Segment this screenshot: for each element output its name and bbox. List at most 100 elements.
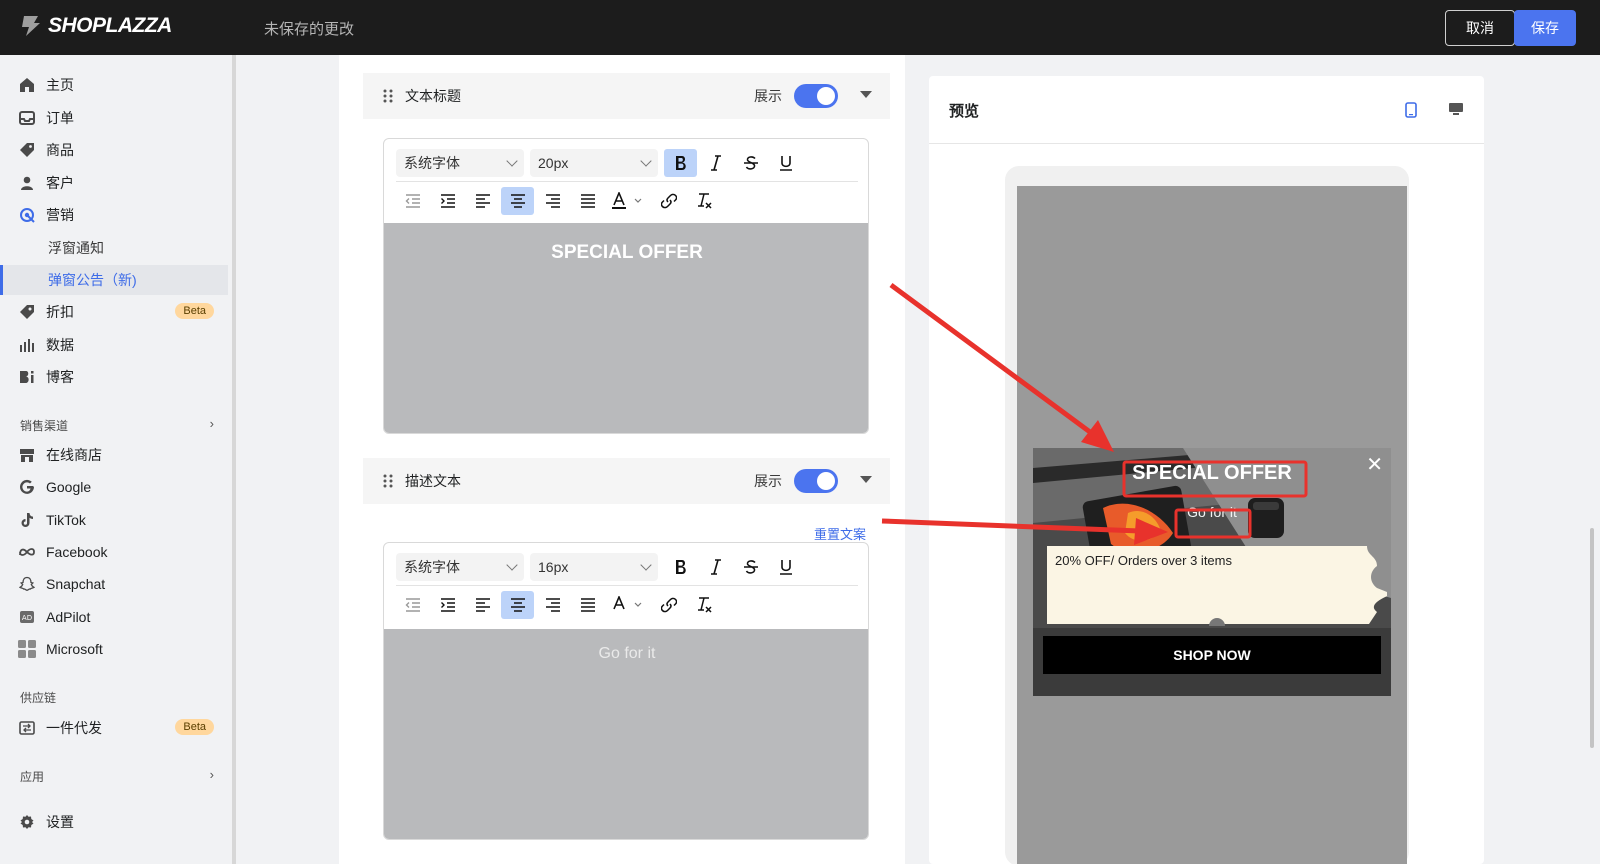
sidebar-item-products[interactable]: 商品 <box>0 135 228 165</box>
editor-content-area[interactable]: SPECIAL OFFER <box>384 223 868 433</box>
page-scrollbar[interactable] <box>1590 528 1594 748</box>
sidebar-item-microsoft[interactable]: Microsoft <box>0 634 228 664</box>
desktop-device-icon[interactable] <box>1448 102 1464 116</box>
sidebar-item-google[interactable]: Google <box>0 472 228 502</box>
sidebar-item-blog[interactable]: 博客 <box>0 362 228 392</box>
snapchat-icon <box>18 575 36 593</box>
popup-preview: SPECIAL OFFER Go for it ✕ 20% OFF/ Order… <box>1033 448 1391 696</box>
justify-icon <box>580 194 595 208</box>
show-toggle[interactable] <box>794 84 838 108</box>
meta-icon <box>18 543 36 561</box>
italic-button[interactable] <box>699 553 732 581</box>
link-button[interactable] <box>652 187 685 215</box>
font-size-select[interactable]: 16px <box>530 553 658 581</box>
adpilot-icon: AD <box>18 608 36 626</box>
cancel-button[interactable]: 取消 <box>1445 10 1515 46</box>
italic-button[interactable] <box>699 149 732 177</box>
top-bar: SHOPLAZZA 未保存的更改 取消 保存 <box>0 0 1600 55</box>
text-color-icon <box>612 192 642 209</box>
sidebar-item-orders[interactable]: 订单 <box>0 103 228 133</box>
sales-channels-label: 销售渠道 <box>20 419 69 433</box>
align-center-icon <box>510 194 525 208</box>
sales-channels-heading[interactable]: 销售渠道 › <box>20 416 214 434</box>
sidebar-item-snapchat[interactable]: Snapchat <box>0 569 228 599</box>
section-header-title-text[interactable]: 文本标题 展示 <box>363 73 890 119</box>
align-right-button[interactable] <box>536 187 569 215</box>
link-button[interactable] <box>652 591 685 619</box>
align-left-button[interactable] <box>466 187 499 215</box>
underline-button[interactable] <box>769 553 802 581</box>
text-color-button[interactable] <box>606 187 650 215</box>
sidebar-item-dropshipping[interactable]: 一件代发 Beta <box>0 713 228 743</box>
mobile-device-icon[interactable] <box>1405 102 1417 118</box>
show-toggle[interactable] <box>794 469 838 493</box>
beta-badge: Beta <box>175 719 214 735</box>
shop-now-button[interactable]: SHOP NOW <box>1043 636 1381 674</box>
sidebar-item-label: TikTok <box>46 512 86 528</box>
caret-down-icon[interactable] <box>860 91 872 98</box>
sidebar-item-floating-notice[interactable]: 浮窗通知 <box>0 233 228 263</box>
text-color-button[interactable] <box>606 591 650 619</box>
clear-format-button[interactable] <box>687 187 720 215</box>
popup-subtitle: Go for it <box>1187 504 1237 520</box>
apps-heading[interactable]: 应用 › <box>20 767 214 785</box>
align-left-icon <box>475 598 490 612</box>
sidebar-item-adpilot[interactable]: AD AdPilot <box>0 602 228 632</box>
clear-format-button[interactable] <box>687 591 720 619</box>
shoplazza-logo[interactable]: SHOPLAZZA <box>20 14 172 38</box>
chevron-down-icon <box>640 559 652 571</box>
sidebar-item-settings[interactable]: 设置 <box>0 807 228 837</box>
blog-icon <box>18 368 36 386</box>
sidebar-item-label: 折扣 <box>46 304 74 320</box>
save-button[interactable]: 保存 <box>1514 10 1576 46</box>
sidebar-item-customers[interactable]: 客户 <box>0 168 228 198</box>
sidebar-item-label: 客户 <box>46 175 74 191</box>
sidebar-item-label: 博客 <box>46 369 74 385</box>
beta-badge: Beta <box>175 303 214 319</box>
drag-handle-icon[interactable] <box>383 89 393 103</box>
sidebar-item-label: 一件代发 <box>46 720 102 736</box>
font-family-select[interactable]: 系统字体 <box>396 149 524 177</box>
sidebar-item-home[interactable]: 主页 <box>0 70 228 100</box>
reset-copy-link[interactable]: 重置文案 <box>814 524 866 543</box>
discount-icon <box>18 303 36 321</box>
justify-button[interactable] <box>571 591 604 619</box>
sidebar-item-popup-announcement[interactable]: 弹窗公告（新) <box>0 265 228 295</box>
indent-button[interactable] <box>431 187 464 215</box>
align-left-button[interactable] <box>466 591 499 619</box>
outdent-button[interactable] <box>396 591 429 619</box>
description-content-text: Go for it <box>598 645 656 662</box>
align-right-button[interactable] <box>536 591 569 619</box>
sidebar-item-marketing[interactable]: 营销 <box>0 200 228 230</box>
marketing-icon <box>18 206 36 224</box>
popup-close-icon[interactable]: ✕ <box>1366 452 1383 477</box>
sidebar-item-analytics[interactable]: 数据 <box>0 330 228 360</box>
chevron-down-icon <box>506 559 518 571</box>
strikethrough-button[interactable] <box>734 553 767 581</box>
font-family-select[interactable]: 系统字体 <box>396 553 524 581</box>
sidebar-item-tiktok[interactable]: TikTok <box>0 505 228 535</box>
indent-button[interactable] <box>431 591 464 619</box>
underline-icon <box>779 156 792 171</box>
sidebar-item-discounts[interactable]: 折扣 Beta <box>0 297 228 327</box>
bold-button[interactable] <box>664 149 697 177</box>
sidebar-item-facebook[interactable]: Facebook <box>0 537 228 567</box>
sidebar-item-label: 设置 <box>46 814 74 830</box>
align-center-button[interactable] <box>501 187 534 215</box>
justify-icon <box>580 598 595 612</box>
drag-handle-icon[interactable] <box>383 474 393 488</box>
bold-icon <box>675 560 686 574</box>
align-center-button[interactable] <box>501 591 534 619</box>
bold-button[interactable] <box>664 553 697 581</box>
section-header-description-text[interactable]: 描述文本 展示 <box>363 458 890 504</box>
underline-button[interactable] <box>769 149 802 177</box>
editor-content-area[interactable]: Go for it <box>384 629 868 839</box>
rich-text-editor-title: 系统字体 20px SPECIAL OFFER <box>383 138 869 434</box>
strikethrough-button[interactable] <box>734 149 767 177</box>
sidebar-item-online-store[interactable]: 在线商店 <box>0 440 228 470</box>
font-size-select[interactable]: 20px <box>530 149 658 177</box>
underline-icon <box>779 560 792 575</box>
justify-button[interactable] <box>571 187 604 215</box>
caret-down-icon[interactable] <box>860 476 872 483</box>
outdent-button[interactable] <box>396 187 429 215</box>
